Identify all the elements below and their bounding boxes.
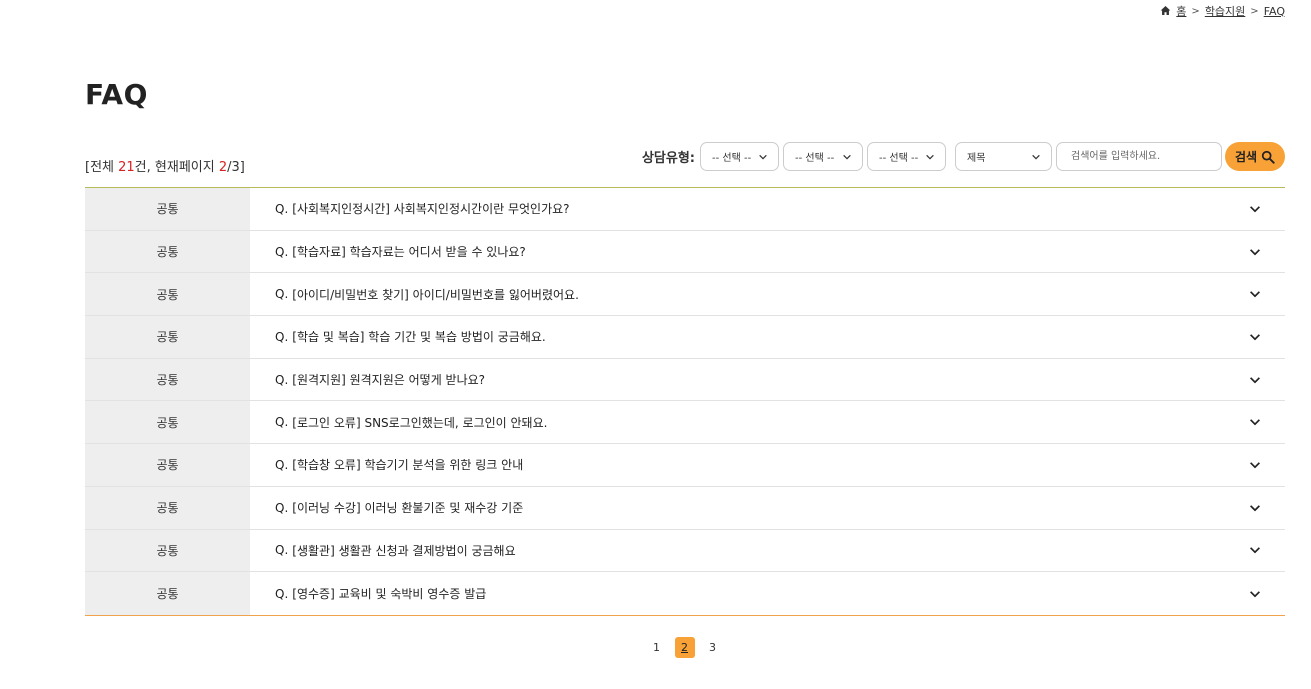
search-field-select[interactable]: 제목 [955,142,1052,171]
breadcrumb-home-link[interactable]: 홈 [1176,3,1186,19]
faq-item[interactable]: 공통 Q. [학습 및 복습] 학습 기간 및 복습 방법이 궁금해요. [85,316,1285,359]
faq-question-text: [이러닝 수강] 이러닝 환불기준 및 재수강 기준 [292,501,524,516]
result-count: [전체 21건, 현재페이지 2/3] [85,156,245,175]
faq-category: 공통 [85,486,250,529]
faq-question: Q. [이러닝 수강] 이러닝 환불기준 및 재수강 기준 [250,487,1225,529]
faq-category: 공통 [85,572,250,615]
count-mid: 건, 현재페이지 [134,160,219,175]
faq-question-text: [학습 및 복습] 학습 기간 및 복습 방법이 궁금해요. [292,330,546,345]
faq-question-prefix: Q. [275,329,289,344]
faq-question-prefix: Q. [275,372,289,387]
select-value: 제목 [967,153,986,164]
faq-category: 공통 [85,316,250,358]
faq-category: 공통 [85,401,250,444]
chevron-down-icon[interactable] [1225,359,1285,401]
select-value: -- 선택 -- [795,153,835,164]
count-suffix: /3] [227,160,245,175]
breadcrumb-separator: > [1250,5,1259,17]
faq-question-text: [아이디/비밀번호 찾기] 아이디/비밀번호를 잃어버렸어요. [292,287,579,302]
chevron-down-icon[interactable] [1225,231,1285,273]
search-filters: 상담유형: -- 선택 -- -- 선택 -- -- 선택 -- 제목 검색 [642,142,1285,171]
count-page: 2 [218,160,228,175]
breadcrumb-separator: > [1191,5,1200,17]
faq-category: 공통 [85,529,250,572]
faq-list: 공통 Q. [사회복지인정시간] 사회복지인정시간이란 무엇인가요? 공통 Q.[… [85,187,1285,616]
faq-question-prefix: Q. [275,457,289,472]
faq-question: Q. [영수증] 교육비 및 숙박비 영수증 발급 [250,572,1225,615]
home-icon[interactable] [1160,5,1171,18]
category-select-1[interactable]: -- 선택 -- [700,142,779,171]
faq-question-prefix: Q. [275,500,289,515]
faq-item[interactable]: 공통 Q. [이러닝 수강] 이러닝 환불기준 및 재수강 기준 [85,486,1285,530]
faq-question-text: [원격지원] 원격지원은 어떻게 받나요? [292,373,486,388]
chevron-down-icon[interactable] [1225,401,1285,443]
chevron-down-icon[interactable] [1225,273,1285,315]
count-total: 21 [118,160,135,175]
page-title: FAQ [85,78,148,111]
faq-question-text: [생활관] 생활관 신청과 결제방법이 궁금해요 [292,543,516,558]
faq-question-prefix: Q. [275,287,289,302]
breadcrumb: 홈 > 학습지원 > FAQ [1160,3,1285,19]
faq-item[interactable]: 공통 Q. [로그인 오류] SNS로그인했는데, 로그인이 안돼요. [85,401,1285,445]
faq-question-prefix: Q. [275,244,289,259]
faq-question-prefix: Q. [275,415,289,430]
faq-question-text: [학습창 오류] 학습기기 분석을 위한 링크 안내 [292,458,524,473]
filter-label: 상담유형: [641,151,695,166]
chevron-down-icon [843,154,851,160]
page-link-1[interactable]: 1 [647,637,667,658]
select-value: -- 선택 -- [712,153,752,164]
faq-category: 공통 [85,230,250,273]
faq-item[interactable]: 공통 Q. [학습자료] 학습자료는 어디서 받을 수 있나요? [85,230,1285,274]
faq-question-text: [영수증] 교육비 및 숙박비 영수증 발급 [292,587,487,602]
page-link-2-current[interactable]: 2 [674,637,695,658]
chevron-down-icon [926,154,934,160]
faq-question: Q. [학습창 오류] 학습기기 분석을 위한 링크 안내 [250,444,1225,486]
faq-question-prefix: Q. [275,201,289,216]
chevron-down-icon [1032,154,1040,160]
faq-category: 공통 [85,444,250,486]
faq-category: 공통 [85,358,250,401]
category-select-3[interactable]: -- 선택 -- [867,142,946,171]
count-prefix: [전체 [85,160,119,175]
faq-question: Q. [학습 및 복습] 학습 기간 및 복습 방법이 궁금해요. [250,316,1225,358]
chevron-down-icon[interactable] [1225,188,1285,230]
faq-question-prefix: Q. [275,543,289,558]
faq-question: Q. [로그인 오류] SNS로그인했는데, 로그인이 안돼요. [250,401,1225,443]
pagination: 1 2 3 [0,637,1311,658]
breadcrumb-current-link[interactable]: FAQ [1264,5,1285,18]
faq-question-text: [로그인 오류] SNS로그인했는데, 로그인이 안돼요. [292,415,548,430]
page-link-3[interactable]: 3 [703,637,723,658]
faq-item[interactable]: 공통 Q. [영수증] 교육비 및 숙박비 영수증 발급 [85,572,1285,615]
faq-item[interactable]: 공통 Q. [원격지원] 원격지원은 어떻게 받나요? [85,358,1285,402]
chevron-down-icon [759,154,767,160]
category-select-2[interactable]: -- 선택 -- [783,142,863,171]
faq-question: Q. [사회복지인정시간] 사회복지인정시간이란 무엇인가요? [250,188,1225,230]
chevron-down-icon[interactable] [1225,530,1285,572]
faq-item[interactable]: 공통 Q. [사회복지인정시간] 사회복지인정시간이란 무엇인가요? [85,188,1285,231]
chevron-down-icon[interactable] [1225,487,1285,529]
faq-question: Q. [학습자료] 학습자료는 어디서 받을 수 있나요? [250,231,1225,273]
breadcrumb-section-link[interactable]: 학습지원 [1205,3,1245,19]
faq-question-text: [학습자료] 학습자료는 어디서 받을 수 있나요? [292,245,526,260]
select-value: -- 선택 -- [879,153,919,164]
faq-question-text: [사회복지인정시간] 사회복지인정시간이란 무엇인가요? [292,202,570,217]
faq-category: 공통 [85,188,250,230]
faq-category: 공통 [85,273,250,316]
faq-item[interactable]: 공통 Q. [아이디/비밀번호 찾기] 아이디/비밀번호를 잃어버렸어요. [85,273,1285,317]
faq-item[interactable]: 공통 Q. [생활관] 생활관 신청과 결제방법이 궁금해요 [85,529,1285,573]
search-button-label: 검색 [1234,150,1258,164]
faq-question: Q. [생활관] 생활관 신청과 결제방법이 궁금해요 [250,530,1225,572]
chevron-down-icon[interactable] [1225,572,1285,615]
faq-item[interactable]: 공통 Q. [학습창 오류] 학습기기 분석을 위한 링크 안내 [85,444,1285,487]
faq-question: Q. [아이디/비밀번호 찾기] 아이디/비밀번호를 잃어버렸어요. [250,273,1225,315]
search-input[interactable] [1056,142,1222,171]
faq-question-prefix: Q. [275,586,289,601]
faq-question: Q. [원격지원] 원격지원은 어떻게 받나요? [250,359,1225,401]
chevron-down-icon[interactable] [1225,316,1285,358]
search-button[interactable]: 검색 [1225,142,1285,171]
search-icon [1261,150,1275,164]
chevron-down-icon[interactable] [1225,444,1285,486]
